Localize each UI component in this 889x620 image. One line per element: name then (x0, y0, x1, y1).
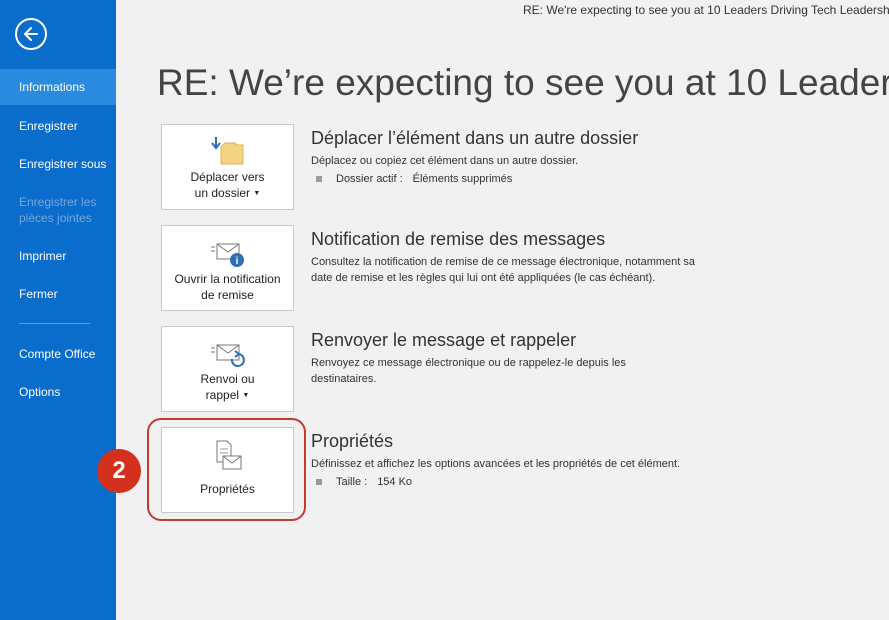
size-value: 154 Ko (377, 476, 413, 488)
arrow-left-icon (24, 27, 38, 41)
delivery-notification-icon: i (210, 243, 244, 267)
active-folder-label: Dossier actif : (336, 173, 403, 185)
nav-divider (19, 323, 90, 324)
dropdown-caret-icon: ▼ (253, 189, 261, 197)
resend-section-title: Renvoyer le message et rappeler (311, 330, 577, 350)
size-row: Taille : 154 Ko (316, 476, 412, 488)
move-button-label-1: Déplacer vers (190, 170, 265, 184)
move-to-folder-icon (210, 137, 243, 165)
delivery-section-title: Notification de remise des messages (311, 229, 606, 249)
move-to-folder-button[interactable]: Déplacer vers un dossier ▼ (161, 124, 294, 210)
nav-enregistrer[interactable]: Enregistrer (0, 118, 116, 134)
nav-enregistrer-sous[interactable]: Enregistrer sous (0, 156, 116, 172)
page-title: RE: We’re expecting to see you at 10 Lea… (157, 62, 889, 103)
delivery-button-label-2: de remise (201, 288, 254, 302)
back-button[interactable] (15, 18, 47, 50)
resend-section-description: Renvoyez ce message électronique ou de r… (311, 357, 626, 385)
nav-options[interactable]: Options (0, 384, 116, 400)
size-label: Taille : (336, 476, 368, 488)
nav-imprimer[interactable]: Imprimer (0, 248, 116, 264)
backstage-sidebar: Informations Enregistrer Enregistrer sou… (0, 0, 116, 620)
move-section-description: Déplacez ou copiez cet élément dans un a… (311, 155, 579, 167)
resend-button-label-1: Renvoi ou (200, 372, 255, 386)
bullet-icon (316, 176, 322, 183)
resend-button-label-2: rappel (205, 388, 240, 402)
move-button-label-2: un dossier (194, 186, 251, 200)
active-folder-row: Dossier actif : Éléments supprimés (316, 173, 512, 185)
open-delivery-notification-button[interactable]: i Ouvrir la notification de remise (161, 225, 294, 311)
nav-enregistrer-pieces-jointes[interactable]: Enregistrer les pièces jointes (0, 194, 105, 226)
annotation-highlight (147, 418, 306, 521)
dropdown-caret-icon: ▼ (242, 391, 250, 399)
delivery-section-description: Consultez la notification de remise de c… (311, 256, 695, 284)
resend-recall-icon (210, 344, 245, 367)
nav-fermer[interactable]: Fermer (0, 286, 116, 302)
properties-section-title: Propriétés (311, 431, 394, 451)
properties-section-description: Définissez et affichez les options avanc… (311, 458, 681, 470)
delivery-button-label-1: Ouvrir la notification (174, 272, 281, 286)
nav-compte-office[interactable]: Compte Office (0, 346, 116, 362)
nav-informations[interactable]: Informations (0, 69, 116, 105)
svg-text:i: i (235, 256, 238, 267)
resend-recall-button[interactable]: Renvoi ou rappel ▼ (161, 326, 294, 412)
bullet-icon (316, 479, 322, 486)
active-folder-value: Éléments supprimés (412, 173, 513, 185)
step-badge: 2 (97, 449, 141, 493)
move-section-title: Déplacer l’élément dans un autre dossier (311, 128, 639, 148)
